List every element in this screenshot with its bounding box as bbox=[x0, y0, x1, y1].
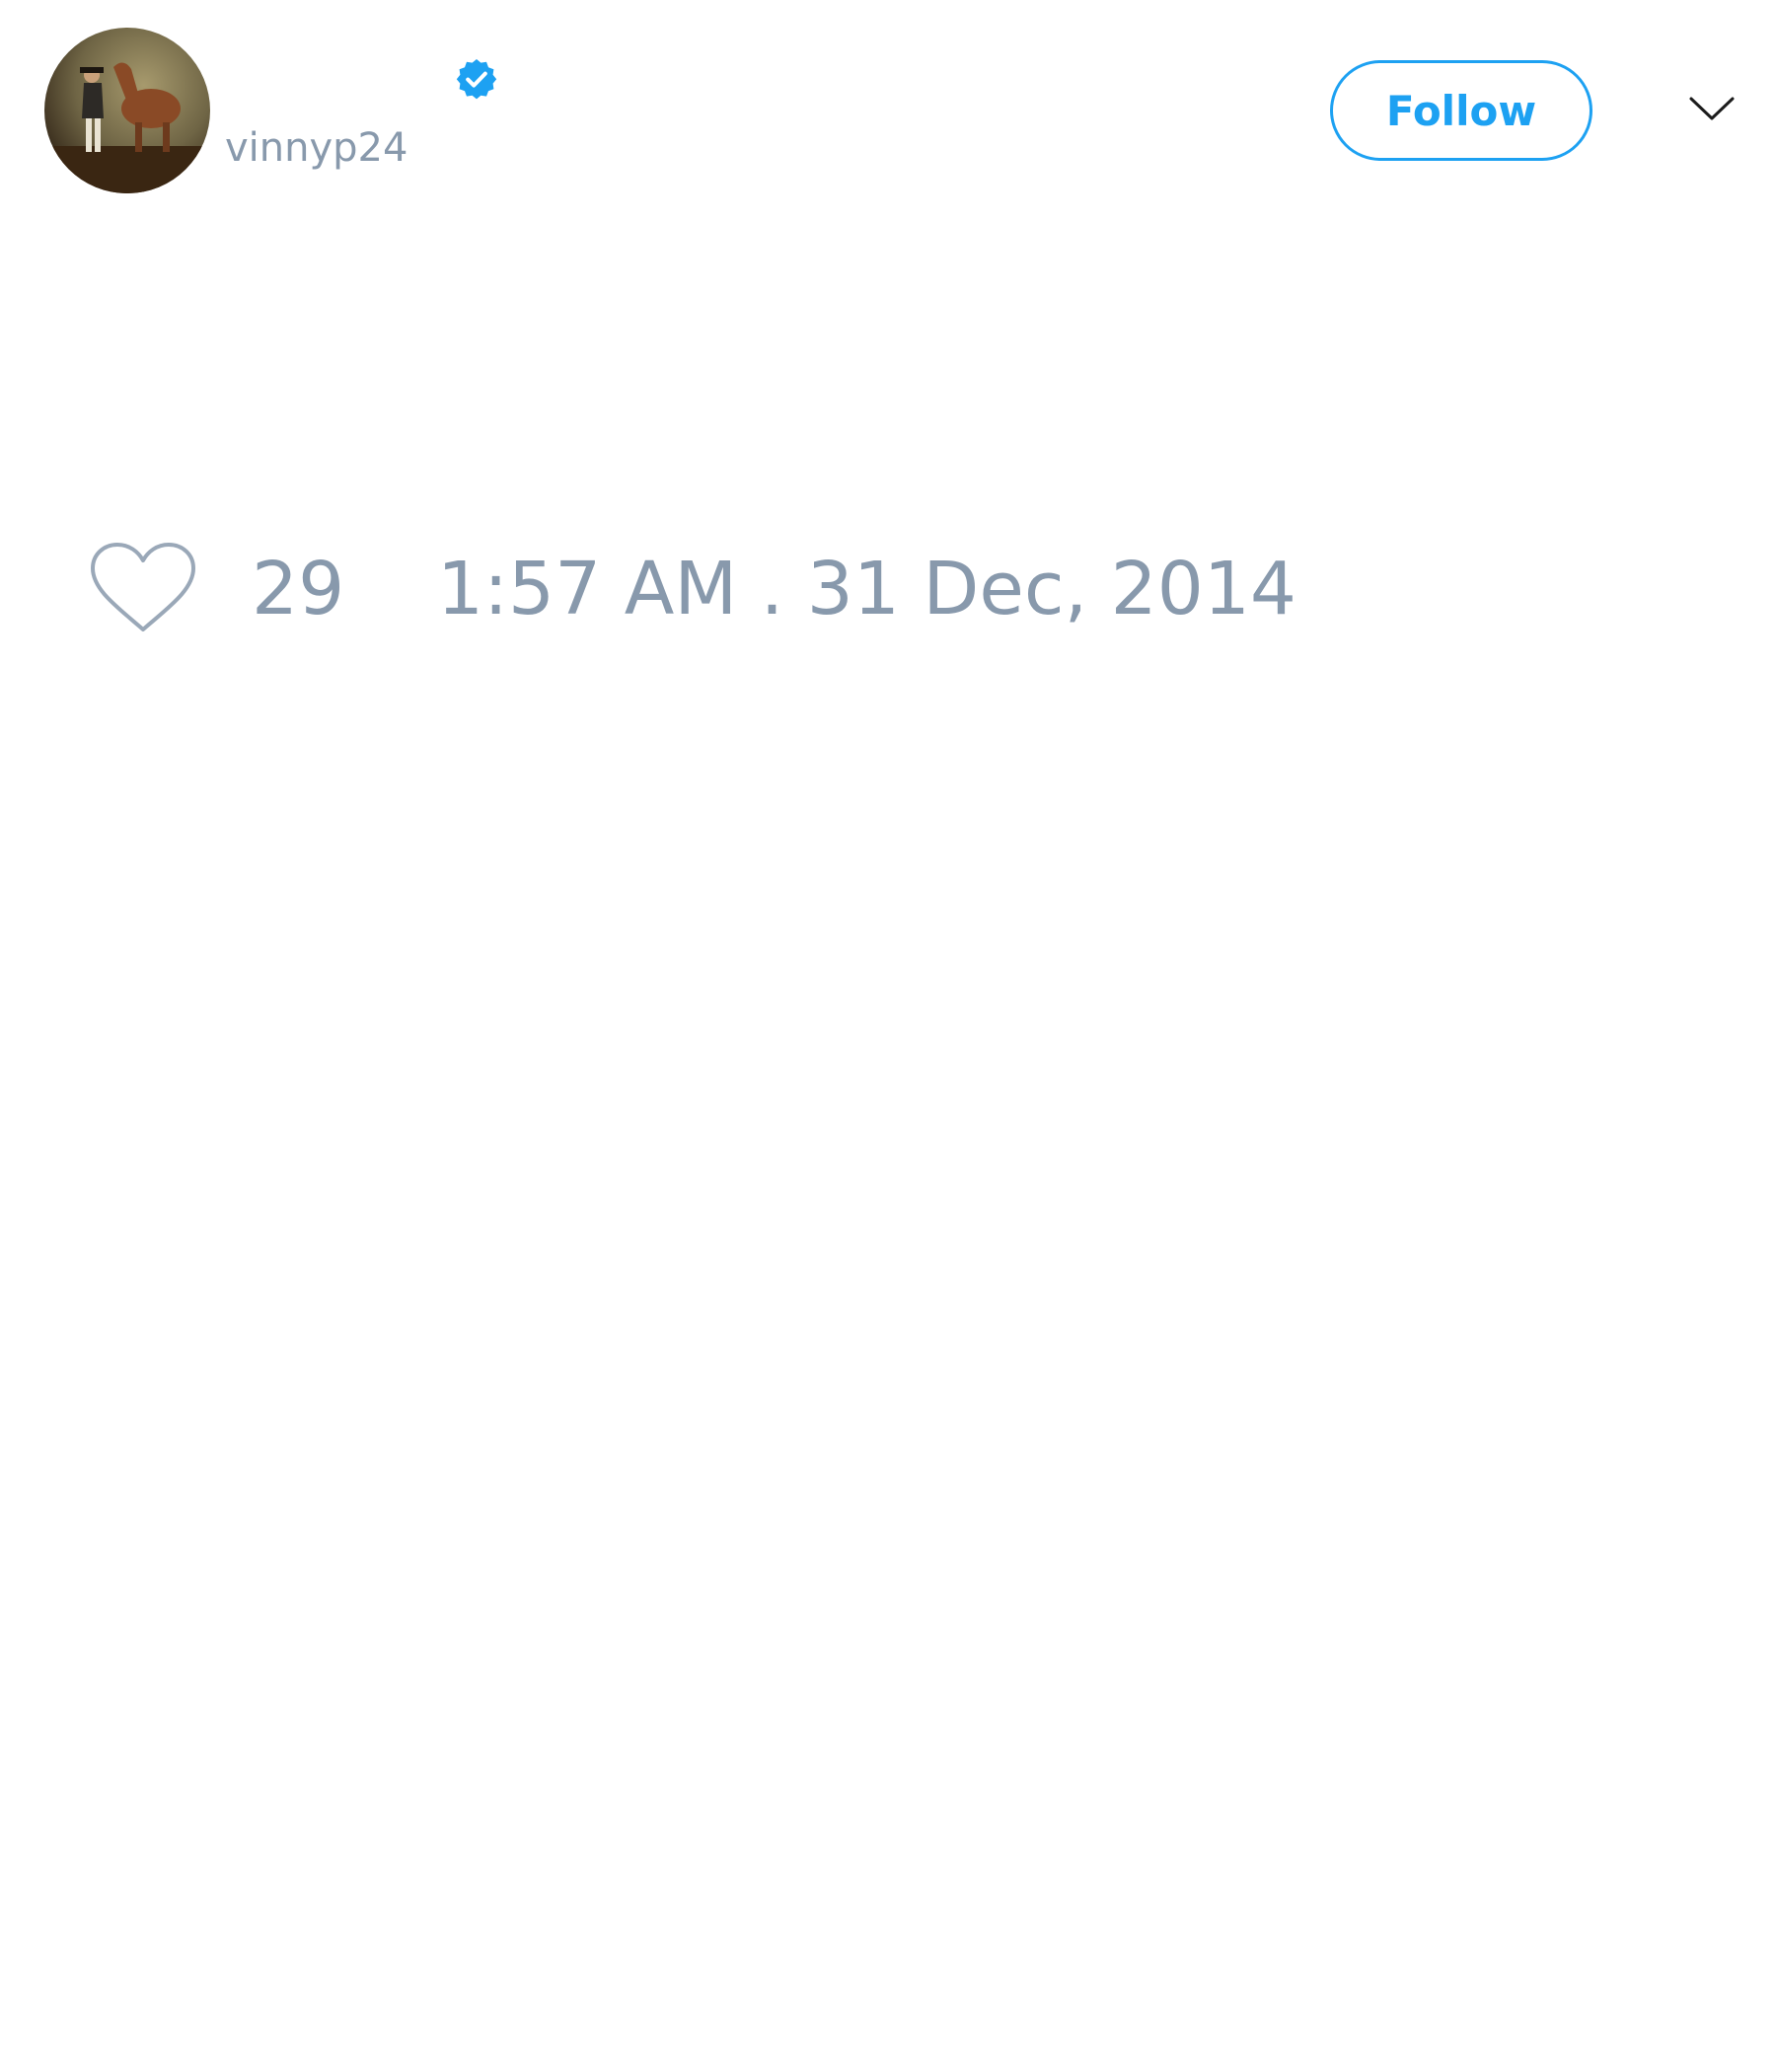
like-count: 29 bbox=[252, 547, 345, 631]
heart-icon[interactable] bbox=[89, 541, 197, 635]
author-handle[interactable]: vinnyp24 bbox=[225, 124, 407, 172]
avatar-image bbox=[44, 28, 210, 193]
tweet-timestamp[interactable]: 1:57 AM . 31 Dec, 2014 bbox=[437, 545, 1296, 633]
verified-badge-icon bbox=[456, 59, 497, 100]
avatar[interactable] bbox=[44, 28, 210, 193]
chevron-down-icon[interactable] bbox=[1687, 91, 1737, 126]
follow-button[interactable]: Follow bbox=[1330, 60, 1592, 161]
tweet-card: vinnyp24 Follow 29 1:57 AM . 31 Dec, 201… bbox=[0, 0, 1776, 2072]
